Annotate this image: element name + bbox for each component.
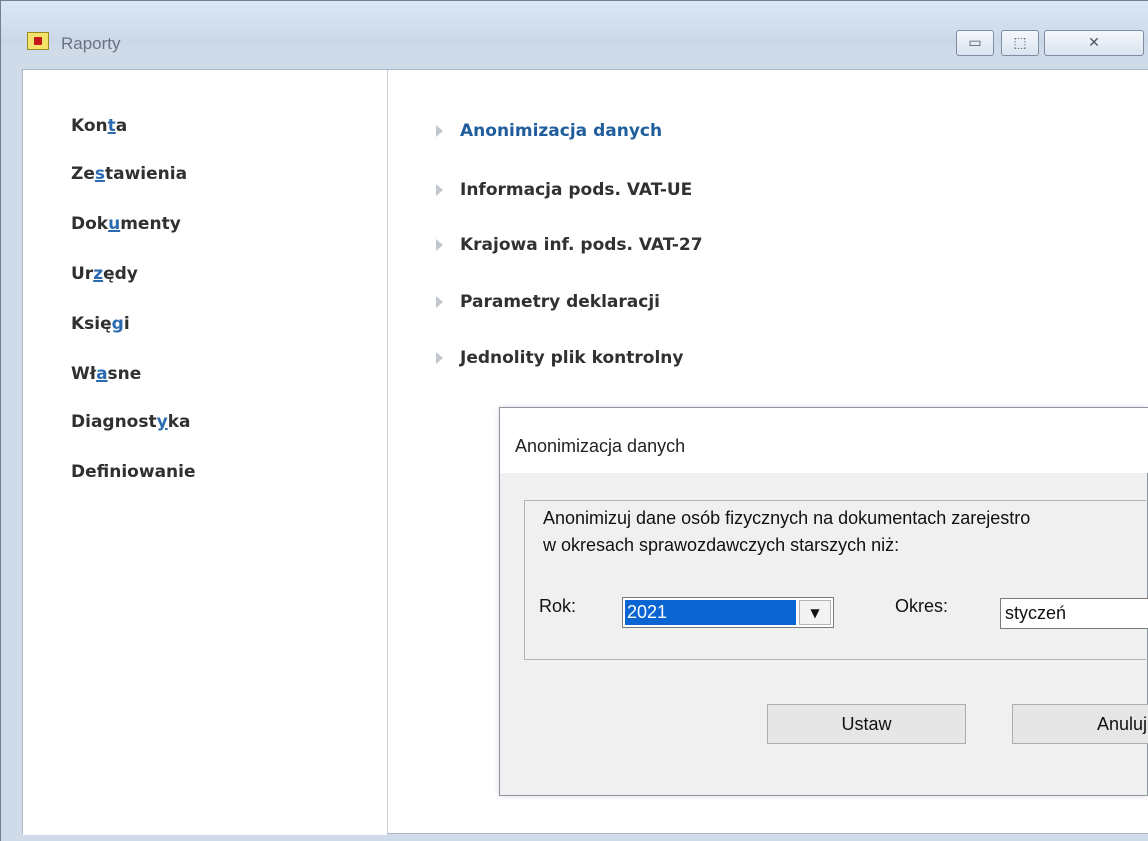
chevron-right-icon xyxy=(436,352,443,364)
window-title: Raporty xyxy=(61,34,121,53)
dialog-title: Anonimizacja danych xyxy=(515,436,686,456)
sidebar-item-ksiegi[interactable]: Księgi xyxy=(71,314,130,338)
sidebar-item-urzedy[interactable]: Urzędy xyxy=(71,264,138,288)
sidebar-item-label: Diagnost xyxy=(71,412,157,432)
chevron-right-icon xyxy=(436,296,443,308)
sidebar-item-label: tawienia xyxy=(104,164,188,184)
anuluj-button[interactable]: Anuluj xyxy=(1012,704,1148,744)
title-bar: Raporty ▭ ⬚ ✕ xyxy=(1,1,1148,56)
sidebar-item-diagnostyka[interactable]: Diagnostyka xyxy=(71,412,190,436)
hotkey-letter: t xyxy=(107,116,116,136)
sidebar-item-label: menty xyxy=(120,214,181,234)
sidebar-item-zestawienia[interactable]: Zestawienia xyxy=(71,164,187,188)
sidebar-item-label: Ur xyxy=(71,264,94,284)
sidebar-item-label: a xyxy=(115,116,128,136)
sidebar-item-label: ędy xyxy=(103,264,138,284)
rok-label: Rok: xyxy=(539,596,577,616)
sidebar-item-konta[interactable]: Konta xyxy=(71,116,127,140)
menu-item-label: Krajowa inf. pods. VAT-27 xyxy=(460,235,703,255)
sidebar-item-label: Kon xyxy=(71,116,108,136)
menu-item-parametry[interactable]: Parametry deklaracji xyxy=(436,288,660,316)
anuluj-label: Anuluj xyxy=(1096,713,1147,734)
sidebar-item-definiowanie[interactable]: Definiowanie xyxy=(71,462,196,486)
sidebar-item-label: niowanie xyxy=(109,462,196,482)
sidebar-item-label: sne xyxy=(107,364,142,384)
dialog-description: Anonimizuj dane osób fizycznych na dokum… xyxy=(543,505,1148,559)
ustaw-label: Ustaw xyxy=(841,713,892,734)
dropdown-button[interactable]: ▼ xyxy=(799,600,831,625)
sidebar-item-label: ka xyxy=(167,412,191,432)
menu-item-label: Informacja pods. VAT-UE xyxy=(460,180,693,200)
dialog-title-bar: Anonimizacja danych xyxy=(500,408,1148,473)
sidebar-item-label: Def xyxy=(71,462,110,482)
sidebar-item-label: Dok xyxy=(71,214,109,234)
chevron-right-icon xyxy=(436,184,443,196)
close-icon: ✕ xyxy=(1088,35,1100,51)
chevron-right-icon xyxy=(436,239,443,251)
hotkey-letter: a xyxy=(96,364,108,384)
hotkey-letter: u xyxy=(108,214,121,234)
chevron-right-icon xyxy=(436,125,443,137)
okres-label: Okres: xyxy=(895,596,949,616)
menu-item-label: Anonimizacja danych xyxy=(460,121,663,141)
anonimizacja-dialog: Anonimizacja danych Anonimizuj dane osób… xyxy=(499,407,1148,796)
sidebar-item-dokumenty[interactable]: Dokumenty xyxy=(71,214,181,238)
hotkey-letter: z xyxy=(93,264,104,284)
sidebar: Konta Zestawienia Dokumenty Urzędy Księg… xyxy=(23,70,388,835)
description-line: w okresach sprawozdawczych starszych niż… xyxy=(543,535,900,555)
minimize-icon: ▭ xyxy=(968,35,982,51)
description-line: Anonimizuj dane osób fizycznych na dokum… xyxy=(543,508,1031,528)
rok-select[interactable]: 2021 ▼ xyxy=(622,597,834,628)
maximize-button[interactable]: ⬚ xyxy=(1001,30,1039,56)
sidebar-item-wlasne[interactable]: Własne xyxy=(71,364,141,388)
hotkey-letter: s xyxy=(94,164,105,184)
app-icon xyxy=(27,32,49,50)
close-button[interactable]: ✕ xyxy=(1044,30,1144,56)
dialog-body: Anonimizuj dane osób fizycznych na dokum… xyxy=(500,474,1148,797)
chevron-down-icon: ▼ xyxy=(810,605,820,620)
sidebar-item-label: i xyxy=(123,314,130,334)
maximize-icon: ⬚ xyxy=(1013,35,1027,51)
menu-item-label: Jednolity plik kontrolny xyxy=(460,348,684,368)
sidebar-item-label: Księ xyxy=(71,314,112,334)
menu-item-jpk[interactable]: Jednolity plik kontrolny xyxy=(436,344,683,372)
menu-item-krajowa-vat-27[interactable]: Krajowa inf. pods. VAT-27 xyxy=(436,231,703,259)
sidebar-item-label: Ze xyxy=(71,164,95,184)
ustaw-button[interactable]: Ustaw xyxy=(767,704,966,744)
sidebar-item-label: Wł xyxy=(71,364,97,384)
minimize-button[interactable]: ▭ xyxy=(956,30,994,56)
okres-select[interactable]: styczeń xyxy=(1000,598,1148,629)
rok-selected-value: 2021 xyxy=(625,600,796,625)
hotkey-letter: g xyxy=(111,314,124,334)
menu-item-anonimizacja[interactable]: Anonimizacja danych xyxy=(436,117,662,145)
menu-item-informacja-vat-ue[interactable]: Informacja pods. VAT-UE xyxy=(436,176,692,204)
hotkey-letter: y xyxy=(156,412,168,432)
menu-item-label: Parametry deklaracji xyxy=(460,292,660,312)
